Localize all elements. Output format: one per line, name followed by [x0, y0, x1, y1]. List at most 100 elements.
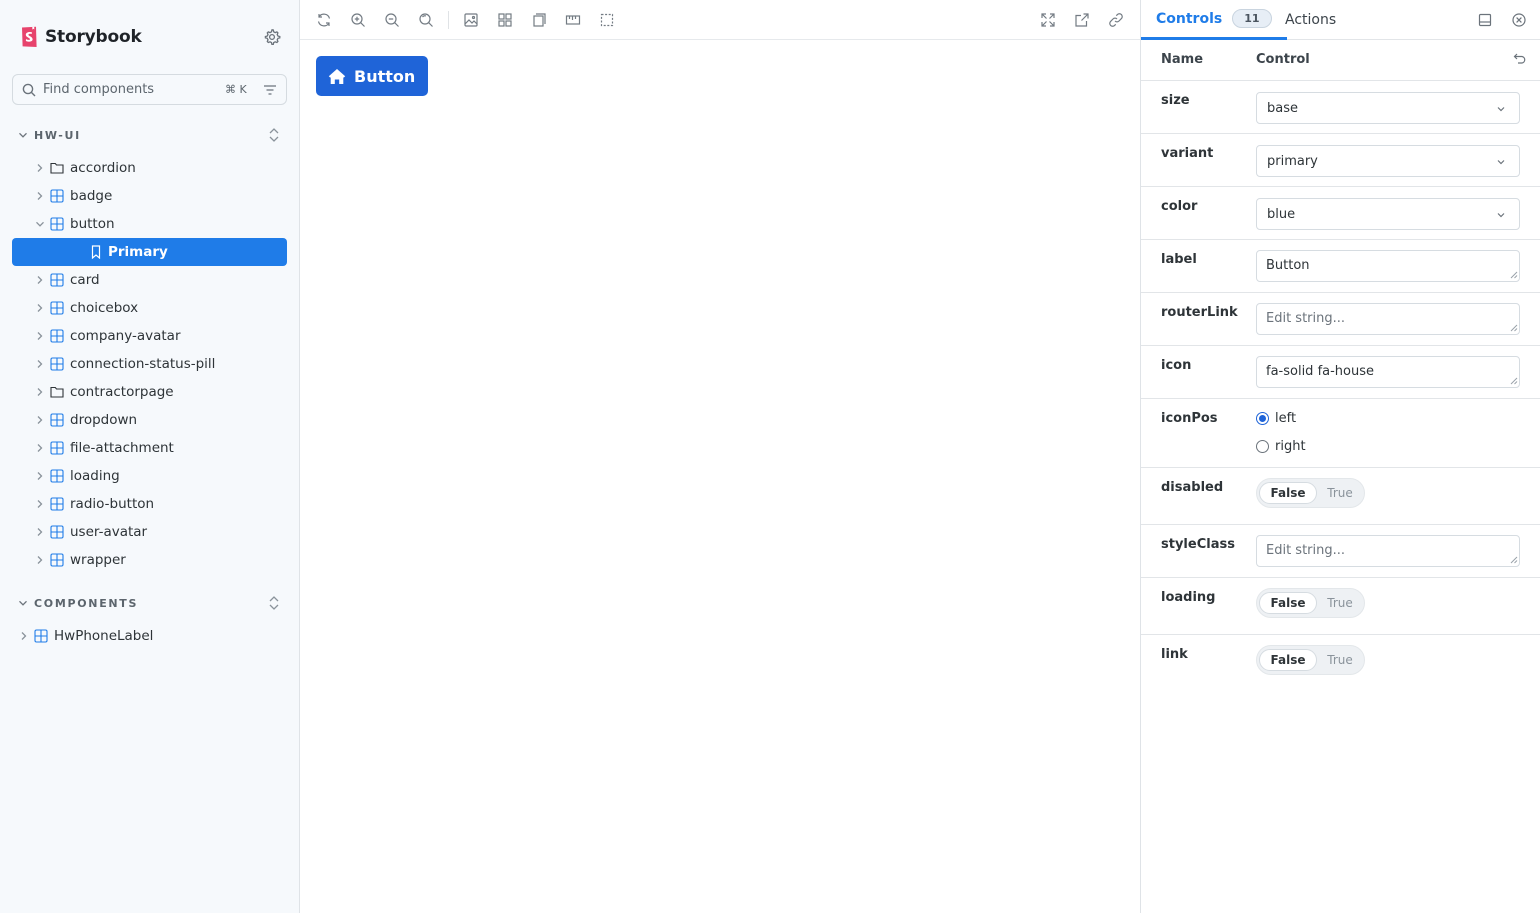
- tree-item-hwphonelabel[interactable]: HwPhoneLabel: [12, 622, 287, 650]
- iconpos-radio-right[interactable]: right: [1256, 439, 1306, 454]
- preview-button[interactable]: Button: [316, 56, 429, 96]
- filter-icon[interactable]: [263, 83, 277, 97]
- tree-item-label: card: [70, 272, 100, 288]
- color-select[interactable]: blue: [1256, 198, 1520, 230]
- toolbar-divider: [448, 11, 449, 29]
- tree-item-connection-status-pill[interactable]: connection-status-pill: [12, 350, 287, 378]
- toggle-false-option[interactable]: False: [1259, 482, 1317, 504]
- size-select[interactable]: base: [1256, 92, 1520, 124]
- tab-actions[interactable]: Actions: [1285, 0, 1336, 40]
- resize-grip-icon[interactable]: [1510, 556, 1518, 564]
- reload-icon[interactable]: [316, 12, 332, 28]
- tree-item-contractorpage[interactable]: contractorpage: [12, 378, 287, 406]
- tab-controls-label: Controls: [1156, 10, 1223, 27]
- control-row-color: color blue: [1141, 187, 1540, 240]
- resize-grip-icon[interactable]: [1510, 377, 1518, 385]
- control-name: color: [1161, 199, 1198, 214]
- iconpos-radio-left[interactable]: left: [1256, 411, 1296, 426]
- toggle-true-option[interactable]: True: [1319, 592, 1361, 614]
- close-panel-icon[interactable]: [1511, 12, 1527, 28]
- search-icon: [22, 83, 36, 96]
- chevron-down-icon: [1497, 160, 1505, 165]
- chevron-down-icon: [36, 221, 44, 227]
- chevron-right-icon: [37, 388, 43, 396]
- section-components[interactable]: COMPONENTS: [18, 593, 288, 613]
- control-row-disabled: disabled False True: [1141, 468, 1540, 525]
- radio-unchecked[interactable]: [1256, 440, 1269, 453]
- zoom-reset-icon[interactable]: [418, 12, 434, 28]
- label-text-field[interactable]: Button: [1256, 250, 1520, 282]
- control-name: label: [1161, 252, 1197, 267]
- tree-item-card[interactable]: card: [12, 266, 287, 294]
- toggle-true-option[interactable]: True: [1319, 649, 1361, 671]
- tree-item-user-avatar[interactable]: user-avatar: [12, 518, 287, 546]
- reset-controls-icon[interactable]: [1513, 52, 1527, 66]
- chevron-right-icon: [37, 472, 43, 480]
- toggle-false-option[interactable]: False: [1259, 592, 1317, 614]
- expand-collapse-icon[interactable]: [267, 127, 281, 143]
- tree-item-file-attachment[interactable]: file-attachment: [12, 434, 287, 462]
- component-icon: [50, 497, 64, 511]
- section-title: COMPONENTS: [34, 596, 139, 610]
- routerlink-text-field[interactable]: [1256, 303, 1520, 335]
- preview-toolbar: [300, 0, 1140, 40]
- tree-item-primary-story[interactable]: Primary: [12, 238, 287, 266]
- tab-controls[interactable]: Controls 11: [1141, 0, 1287, 40]
- resize-grip-icon[interactable]: [1510, 271, 1518, 279]
- tree-item-label: user-avatar: [70, 524, 148, 540]
- controls-table-header: Name Control: [1141, 40, 1540, 81]
- tree-item-choicebox[interactable]: choicebox: [12, 294, 287, 322]
- background-image-icon[interactable]: [463, 12, 479, 28]
- toggle-true-option[interactable]: True: [1319, 482, 1361, 504]
- sidebar: Storybook ⌘ K HW-UI accordion badge butt…: [0, 0, 300, 913]
- tree-item-label: company-avatar: [70, 328, 181, 344]
- expand-collapse-icon[interactable]: [267, 595, 281, 611]
- panel-position-icon[interactable]: [1477, 12, 1493, 28]
- loading-boolean-toggle[interactable]: False True: [1256, 588, 1365, 618]
- disabled-boolean-toggle[interactable]: False True: [1256, 478, 1365, 508]
- measure-icon[interactable]: [565, 12, 581, 28]
- variant-select[interactable]: primary: [1256, 145, 1520, 177]
- tree-item-badge[interactable]: badge: [12, 182, 287, 210]
- tree-item-company-avatar[interactable]: company-avatar: [12, 322, 287, 350]
- chevron-right-icon: [21, 632, 27, 640]
- section-hw-ui[interactable]: HW-UI: [18, 125, 288, 145]
- grid-icon[interactable]: [497, 12, 513, 28]
- tree-item-radio-button[interactable]: radio-button: [12, 490, 287, 518]
- styleclass-text-field[interactable]: [1256, 535, 1520, 567]
- radio-checked[interactable]: [1256, 412, 1269, 425]
- tree-item-loading[interactable]: loading: [12, 462, 287, 490]
- icon-text-field[interactable]: fa-solid fa-house: [1256, 356, 1520, 388]
- settings-gear-icon[interactable]: [263, 28, 281, 46]
- tree-item-button[interactable]: button: [12, 210, 287, 238]
- search-input[interactable]: [43, 82, 223, 97]
- outline-icon[interactable]: [599, 12, 615, 28]
- chevron-right-icon: [37, 192, 43, 200]
- control-name: size: [1161, 93, 1190, 108]
- tree-item-accordion[interactable]: accordion: [12, 154, 287, 182]
- addons-panel: Controls 11 Actions Name Control size ba…: [1140, 0, 1540, 913]
- viewport-icon[interactable]: [531, 12, 547, 28]
- open-new-tab-icon[interactable]: [1074, 12, 1090, 28]
- component-icon: [50, 469, 64, 483]
- control-name: link: [1161, 647, 1188, 662]
- chevron-right-icon: [37, 528, 43, 536]
- radio-label: right: [1275, 439, 1306, 454]
- tree-item-label: HwPhoneLabel: [54, 628, 154, 644]
- resize-grip-icon[interactable]: [1510, 324, 1518, 332]
- tree-item-label: file-attachment: [70, 440, 174, 456]
- chevron-right-icon: [37, 360, 43, 368]
- toggle-false-option[interactable]: False: [1259, 649, 1317, 671]
- fullscreen-icon[interactable]: [1040, 12, 1056, 28]
- tree-item-wrapper[interactable]: wrapper: [12, 546, 287, 574]
- brand[interactable]: Storybook: [20, 26, 142, 48]
- link-boolean-toggle[interactable]: False True: [1256, 645, 1365, 675]
- header-name: Name: [1161, 52, 1204, 67]
- zoom-in-icon[interactable]: [350, 12, 366, 28]
- tree-item-label: choicebox: [70, 300, 139, 316]
- control-row-variant: variant primary: [1141, 134, 1540, 187]
- copy-link-icon[interactable]: [1108, 12, 1124, 28]
- zoom-out-icon[interactable]: [384, 12, 400, 28]
- chevron-right-icon: [37, 556, 43, 564]
- tree-item-dropdown[interactable]: dropdown: [12, 406, 287, 434]
